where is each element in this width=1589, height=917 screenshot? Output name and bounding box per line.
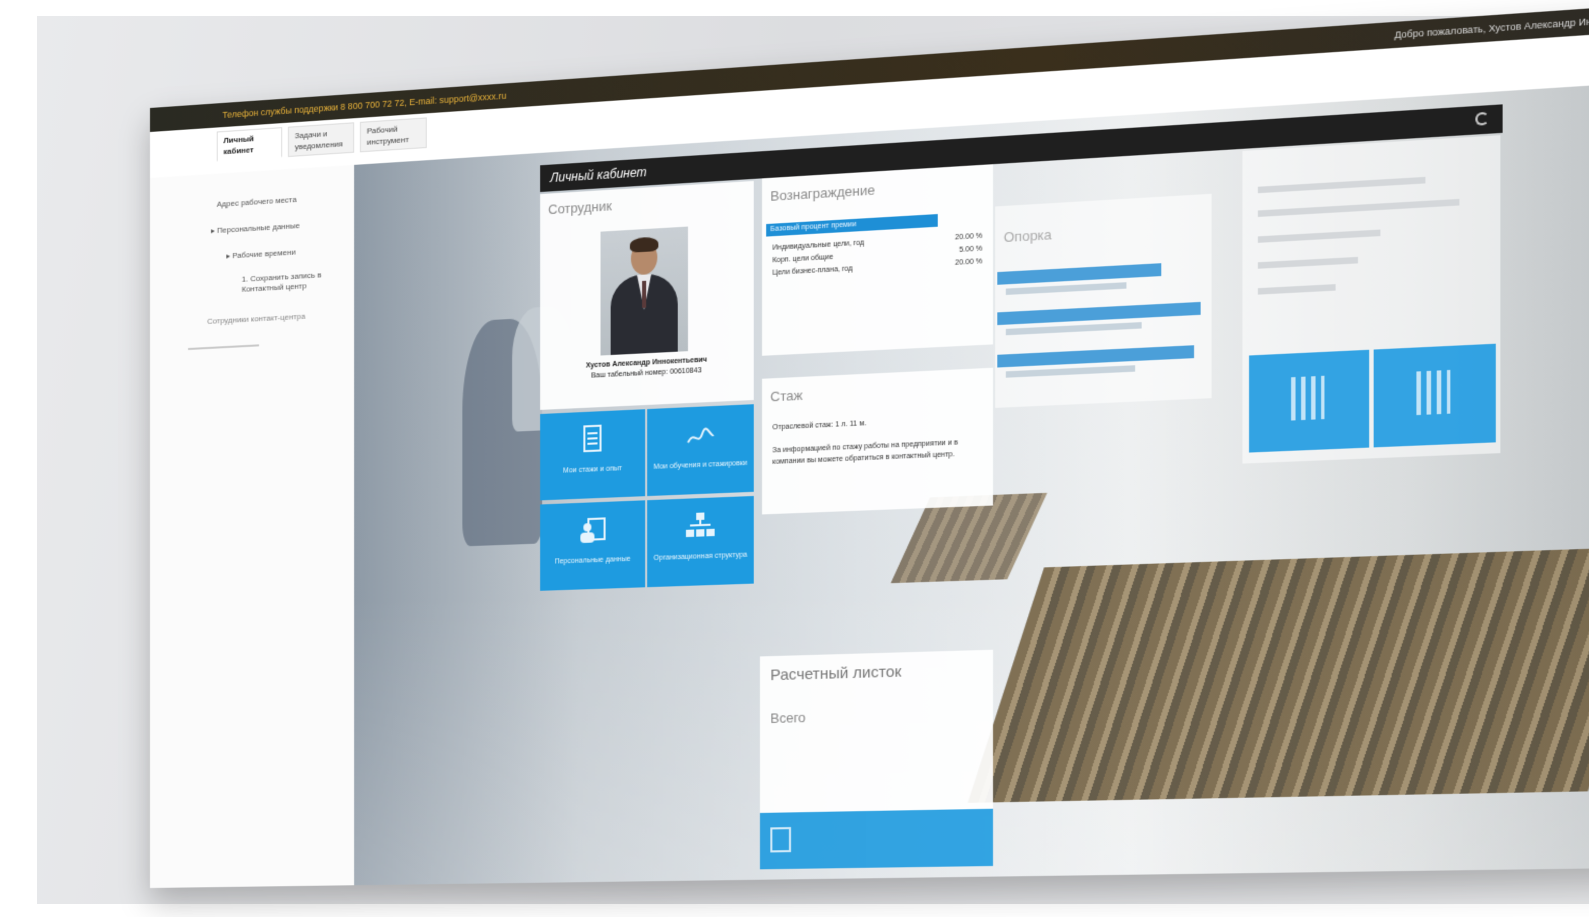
sidebar-item-save-record[interactable]: 1. Сохранить запись в Контактный центр <box>242 269 349 295</box>
sidebar-item-personal-data[interactable]: ▸ Персональные данные <box>211 221 300 235</box>
refresh-icon[interactable] <box>1475 111 1489 126</box>
tile-label: Мои обучения и стажировки <box>653 459 748 471</box>
sidebar-divider <box>188 344 260 351</box>
org-chart-icon <box>685 512 715 538</box>
payment-title: Расчетный листок <box>770 662 902 685</box>
experience-note: За информацией по стажу работы на предпр… <box>772 439 958 466</box>
sidebar: Адрес рабочего места ▸ Персональные данн… <box>150 164 356 888</box>
experience-line: Отраслевой стаж: 1 л. 11 м. <box>772 420 867 432</box>
sidebar-item-address[interactable]: Адрес рабочего места <box>217 195 297 209</box>
right-tile[interactable] <box>1373 343 1496 448</box>
person-card-icon <box>580 514 606 546</box>
bars-icon <box>1291 375 1325 421</box>
support-heading: Опорка <box>1003 226 1052 246</box>
avatar <box>600 226 688 356</box>
right-card <box>1242 135 1501 464</box>
bars-icon <box>1416 369 1451 416</box>
tile-label: Персональные данные <box>554 555 631 566</box>
reward-badge: Базовый процент премии <box>766 214 938 237</box>
perspective-stage: Телефон службы поддержки 8 800 700 72 72… <box>0 0 1589 917</box>
text-placeholder <box>1257 176 1426 194</box>
support-item[interactable] <box>997 301 1201 326</box>
text-placeholder <box>1257 229 1381 243</box>
tile-label: Организационная структура <box>653 551 748 563</box>
tab-tasks[interactable]: Задачи и уведомления <box>287 122 355 158</box>
support-contact-text: Телефон службы поддержки 8 800 700 72 72… <box>222 90 507 121</box>
text-placeholder <box>1257 198 1460 217</box>
tile-org-structure[interactable]: Организационная структура <box>647 495 754 588</box>
payment-card: Расчетный листок Всего <box>759 649 994 813</box>
floor-pattern-main <box>967 545 1589 803</box>
support-item[interactable] <box>997 345 1195 368</box>
document-list-icon <box>578 423 606 455</box>
tile-training[interactable]: Мои обучения и стажировки <box>647 404 754 497</box>
quick-tiles: Мои стажи и опыт Мои обучения и стажиров… <box>538 402 756 593</box>
tile-experience[interactable]: Мои стажи и опыт <box>540 409 646 501</box>
signature-icon <box>686 418 715 450</box>
tab-personal-cabinet[interactable]: Личный кабинет <box>216 127 283 162</box>
experience-card: Стаж Отраслевой стаж: 1 л. 11 м. За инфо… <box>762 367 994 515</box>
reward-heading: Вознаграждение <box>770 181 876 204</box>
payment-button[interactable] <box>759 808 994 870</box>
document-icon <box>770 827 792 853</box>
right-tile[interactable] <box>1249 349 1370 453</box>
support-item-sub <box>1005 322 1142 336</box>
support-card: Опорка <box>995 193 1212 408</box>
monitor-screen: Телефон службы поддержки 8 800 700 72 72… <box>150 0 1589 889</box>
employee-heading: Сотрудник <box>548 197 612 218</box>
tile-label: Мои стажи и опыт <box>562 465 623 475</box>
employee-card: Сотрудник Хустов Александр Иннокентьевич… <box>540 180 754 410</box>
panel-title: Личный кабинет <box>550 164 647 186</box>
reward-card: Вознаграждение Базовый процент премии Ин… <box>762 164 994 356</box>
experience-heading: Стаж <box>770 387 803 405</box>
support-item-sub <box>1005 365 1136 378</box>
support-item-sub <box>1005 282 1127 295</box>
welcome-text: Добро пожаловать, Хустов Александр Иннок… <box>1394 11 1589 41</box>
text-placeholder <box>1257 284 1336 295</box>
sidebar-item-work-time[interactable]: ▸ Рабочие времени <box>226 247 295 260</box>
tile-personal-data[interactable]: Персональные данные <box>540 500 646 591</box>
sidebar-item-contact-center[interactable]: Сотрудники контакт-центра <box>207 312 305 326</box>
tab-work-tool[interactable]: Рабочий инструмент <box>359 117 427 153</box>
payment-sub: Всего <box>770 709 806 727</box>
support-item[interactable] <box>997 263 1162 285</box>
text-placeholder <box>1257 256 1358 269</box>
